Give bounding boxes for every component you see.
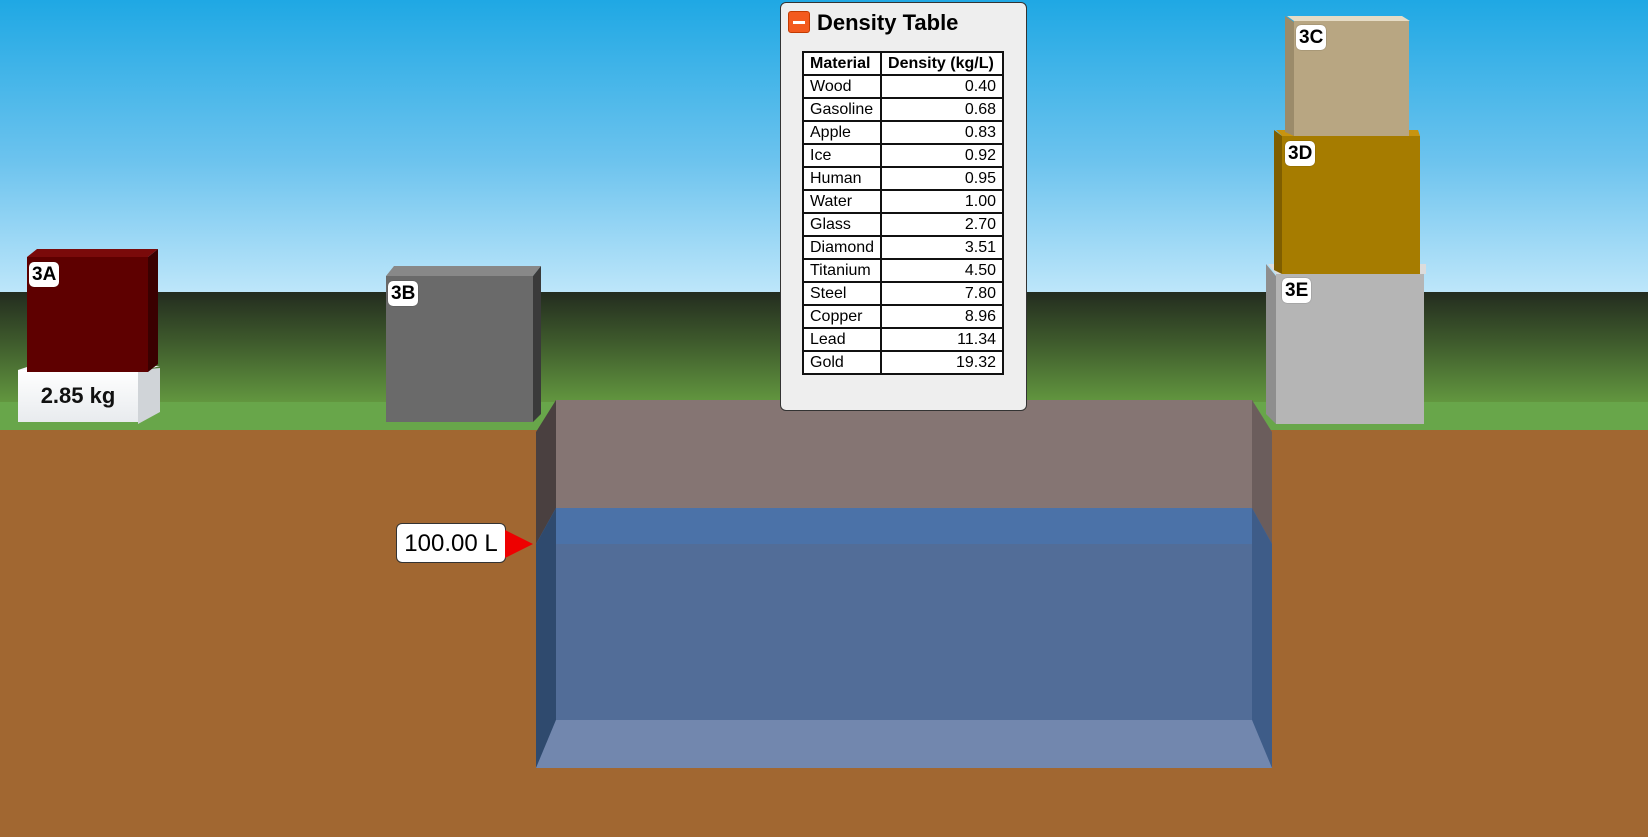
column-header-density: Density (kg/L)	[880, 51, 1005, 76]
block-stack-right	[1266, 16, 1426, 424]
material-name: Gasoline	[801, 97, 883, 122]
material-name: Water	[801, 189, 883, 214]
material-density: 0.95	[880, 166, 1005, 191]
table-row: Gold 19.32	[801, 350, 1005, 375]
volume-readout: 100.00 L	[396, 523, 506, 563]
block-label-3e: 3E	[1282, 278, 1312, 303]
material-density: 7.80	[880, 281, 1005, 306]
material-name: Glass	[801, 212, 883, 237]
table-row: Steel 7.80	[801, 281, 1005, 306]
material-density: 3.51	[880, 235, 1005, 260]
block-label-3c: 3C	[1296, 25, 1327, 50]
volume-marker-arrow-icon[interactable]	[505, 530, 533, 558]
material-density: 11.34	[880, 327, 1005, 352]
column-header-material: Material	[801, 51, 883, 76]
table-row: Gasoline 0.68	[801, 97, 1005, 122]
material-name: Apple	[801, 120, 883, 145]
pool-floor	[536, 720, 1272, 768]
material-name: Copper	[801, 304, 883, 329]
material-name: Human	[801, 166, 883, 191]
table-row: Human 0.95	[801, 166, 1005, 191]
material-name: Ice	[801, 143, 883, 168]
table-header-row: Material Density (kg/L)	[801, 51, 1005, 76]
table-row: Ice 0.92	[801, 143, 1005, 168]
material-density: 0.40	[880, 74, 1005, 99]
material-density: 19.32	[880, 350, 1005, 375]
material-density: 4.50	[880, 258, 1005, 283]
material-name: Wood	[801, 74, 883, 99]
material-density: 0.68	[880, 97, 1005, 122]
material-name: Gold	[801, 350, 883, 375]
density-table: Material Density (kg/L) Wood 0.40 Gasolin…	[801, 51, 1005, 375]
material-density: 1.00	[880, 189, 1005, 214]
table-row: Water 1.00	[801, 189, 1005, 214]
table-row: Copper 8.96	[801, 304, 1005, 329]
material-density: 2.70	[880, 212, 1005, 237]
material-name: Lead	[801, 327, 883, 352]
material-density: 8.96	[880, 304, 1005, 329]
table-row: Glass 2.70	[801, 212, 1005, 237]
table-row: Wood 0.40	[801, 74, 1005, 99]
material-density: 0.92	[880, 143, 1005, 168]
water-surface	[536, 508, 1272, 544]
material-density: 0.83	[880, 120, 1005, 145]
table-row: Titanium 4.50	[801, 258, 1005, 283]
table-row: Lead 11.34	[801, 327, 1005, 352]
material-name: Steel	[801, 281, 883, 306]
material-name: Titanium	[801, 258, 883, 283]
table-row: Diamond 3.51	[801, 235, 1005, 260]
density-table-panel: Density Table Material Density (kg/L) Wo…	[780, 2, 1027, 411]
collapse-panel-button[interactable]	[788, 11, 810, 33]
table-row: Apple 0.83	[801, 120, 1005, 145]
block-label-3d: 3D	[1285, 141, 1316, 166]
material-name: Diamond	[801, 235, 883, 260]
panel-title: Density Table	[817, 10, 959, 35]
